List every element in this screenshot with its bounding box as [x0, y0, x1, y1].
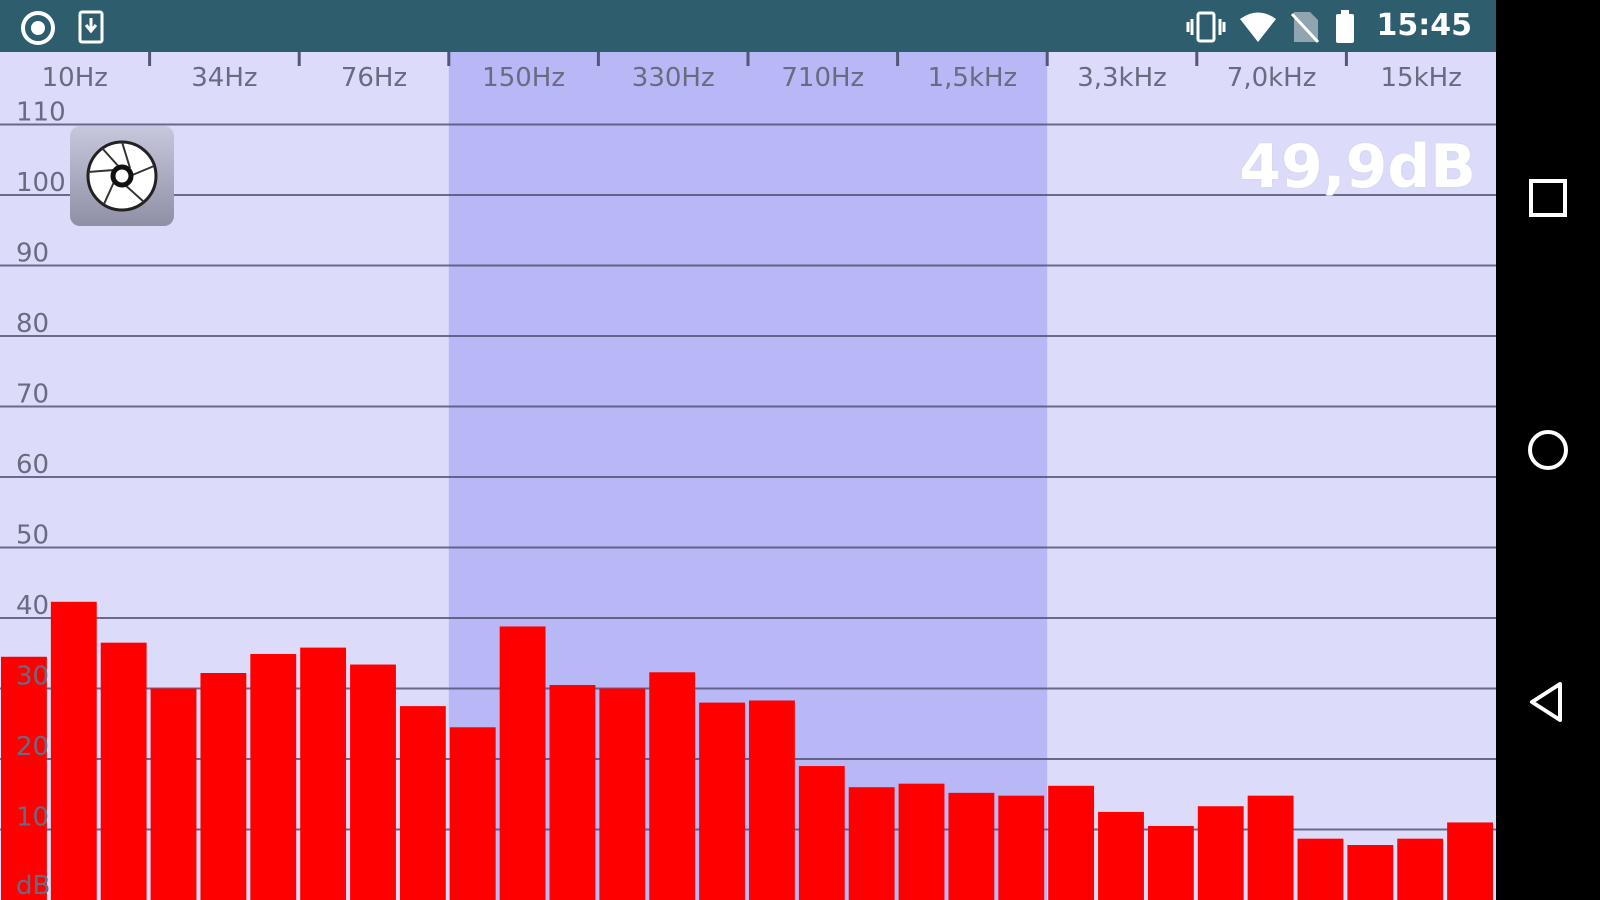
db-label: 110 [16, 98, 66, 128]
camera-shutter-icon [86, 140, 158, 212]
vibrate-icon [1186, 11, 1226, 43]
spectrum-bar [948, 792, 995, 900]
freq-label: 330Hz [632, 63, 715, 93]
spectrum-bar [50, 601, 97, 900]
navigation-bar [1496, 0, 1600, 900]
spectrum-bar [100, 642, 147, 900]
spectrum-bar [200, 672, 247, 900]
spectrum-bar [599, 688, 646, 900]
db-label: 70 [16, 380, 49, 410]
clock: 15:45 [1376, 8, 1473, 43]
spectrum-bar [350, 664, 396, 900]
battery-icon [1336, 10, 1354, 43]
camera-button[interactable] [70, 126, 174, 226]
db-label: 80 [16, 309, 49, 339]
spectrum-bar [1147, 825, 1194, 900]
spectrum-bar [1347, 845, 1394, 900]
db-label: 90 [16, 239, 49, 269]
db-unit-label: dB [16, 871, 50, 900]
freq-label: 76Hz [341, 63, 407, 93]
spectrum-bar [798, 766, 845, 900]
freq-label: 1,5kHz [928, 63, 1018, 93]
spectrum-bar [300, 647, 347, 900]
download-icon [78, 10, 104, 44]
home-icon[interactable] [1522, 424, 1574, 476]
back-icon[interactable] [1522, 676, 1574, 728]
spectrum-bar [1397, 838, 1444, 900]
db-label: 40 [16, 591, 49, 621]
freq-label: 150Hz [482, 63, 565, 93]
spectrum-bar [749, 700, 795, 900]
freq-label: 10Hz [42, 63, 108, 93]
wifi-icon [1240, 12, 1276, 42]
spectrum-bar [549, 684, 596, 900]
spectrum-bar [1197, 806, 1244, 900]
spectrum-bar [998, 795, 1045, 900]
spectrum-bar [449, 727, 496, 900]
db-label: 60 [16, 450, 49, 480]
spectrum-bar [649, 672, 696, 900]
db-label: 30 [16, 662, 49, 692]
spectrum-bar [1, 656, 47, 900]
db-label: 100 [16, 168, 66, 198]
spectrum-bar [898, 783, 945, 900]
spectrum-analyzer: 10Hz 34Hz 76Hz 150Hz 330Hz 710Hz 1,5kHz 3,3kHz 7… [0, 52, 1496, 900]
spectrum-bar [848, 787, 895, 900]
freq-label: 3,3kHz [1077, 63, 1167, 93]
spectrum-bar [1297, 838, 1344, 900]
record-icon [21, 11, 55, 45]
spectrum-bar [150, 688, 197, 900]
status-bar: 15:45 [0, 0, 1496, 52]
spectrum-bar [250, 653, 297, 900]
sound-level-readout: 49,9dB [1239, 132, 1476, 202]
recents-icon[interactable] [1522, 172, 1574, 224]
freq-label: 710Hz [781, 63, 864, 93]
spectrum-bar [1247, 795, 1294, 900]
freq-label: 15kHz [1381, 63, 1462, 93]
freq-label: 7,0kHz [1227, 63, 1317, 93]
db-label: 20 [16, 732, 49, 762]
db-label: 50 [16, 521, 49, 551]
freq-label: 34Hz [191, 63, 257, 93]
spectrum-bar [1098, 811, 1144, 900]
spectrum-bar [399, 706, 446, 900]
db-label: 10 [16, 803, 49, 833]
spectrum-bar [1447, 822, 1493, 900]
no-sim-icon [1290, 12, 1320, 44]
spectrum-bar [499, 626, 546, 900]
spectrum-bar [699, 702, 745, 900]
spectrum-bar [1048, 785, 1095, 900]
